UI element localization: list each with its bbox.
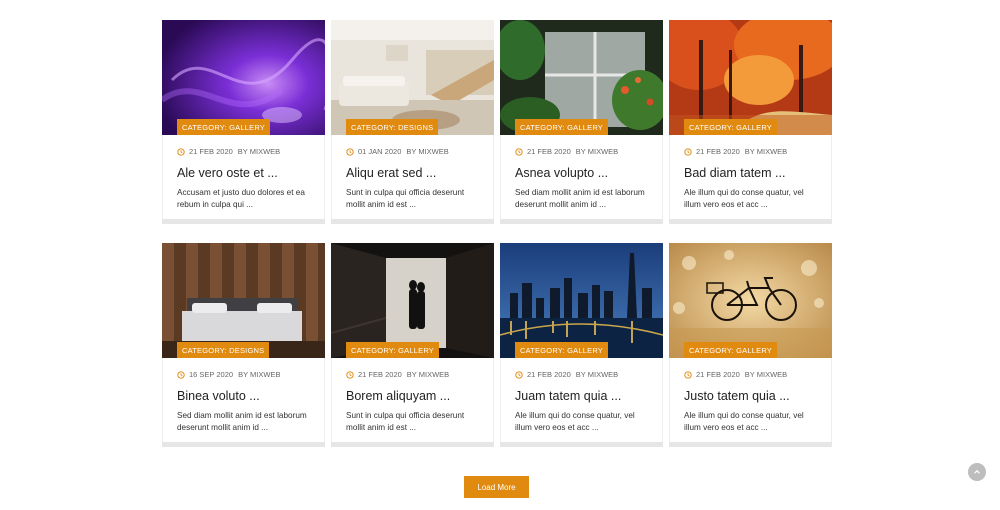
post-title[interactable]: Aliqu erat sed ... <box>346 166 479 180</box>
post-thumbnail[interactable]: Category: Gallery <box>500 243 663 358</box>
post-date: 21 Feb 2020 <box>189 147 233 156</box>
post-author[interactable]: By Mixweb <box>238 147 280 156</box>
post-thumbnail[interactable]: Category: Gallery <box>331 243 494 358</box>
category-badge[interactable]: Category: Designs <box>177 342 270 358</box>
post-thumbnail[interactable]: Category: Gallery <box>669 243 832 358</box>
card-footer-bar <box>669 442 832 447</box>
clock-icon <box>346 147 354 156</box>
post-meta: 16 Sep 2020 By Mixweb <box>177 370 325 379</box>
post-excerpt: Ale illum qui do conse quatur, vel illum… <box>515 411 635 432</box>
window-plants-image <box>500 20 663 135</box>
post-meta: 21 Feb 2020 By Mixweb <box>684 147 832 156</box>
post-excerpt: Sunt in culpa qui officia deserunt molli… <box>346 188 465 209</box>
blog-card[interactable]: Category: Gallery 21 Feb 2020 By Mixweb … <box>500 20 663 224</box>
post-title[interactable]: Justo tatem quia ... <box>684 389 817 403</box>
card-footer-bar <box>331 442 494 447</box>
bicycle-image <box>669 243 832 358</box>
clock-icon <box>684 370 692 379</box>
couple-silhouette-image <box>331 243 494 358</box>
post-meta: 21 Feb 2020 By Mixweb <box>684 370 832 379</box>
post-thumbnail[interactable]: Category: Gallery <box>162 20 325 135</box>
post-author[interactable]: By Mixweb <box>407 370 449 379</box>
blog-card[interactable]: Category: Designs 01 Jan 2020 By Mixweb … <box>331 20 494 224</box>
post-author[interactable]: By Mixweb <box>576 370 618 379</box>
blog-card[interactable]: Category: Gallery 21 Feb 2020 By Mixweb … <box>669 243 832 447</box>
post-excerpt: Ale illum qui do conse quatur, vel illum… <box>684 411 804 432</box>
blog-card[interactable]: Category: Gallery 21 Feb 2020 By Mixweb … <box>500 243 663 447</box>
post-date: 01 Jan 2020 <box>358 147 402 156</box>
living-room-image <box>331 20 494 135</box>
post-title[interactable]: Binea voluto ... <box>177 389 310 403</box>
post-author[interactable]: By Mixweb <box>745 370 787 379</box>
post-excerpt: Ale illum qui do conse quatur, vel illum… <box>684 188 804 209</box>
post-author[interactable]: By Mixweb <box>576 147 618 156</box>
autumn-forest-image <box>669 20 832 135</box>
post-excerpt: Sed diam mollit anim id est laborum dese… <box>515 188 645 209</box>
post-excerpt: Sunt in culpa qui officia deserunt molli… <box>346 411 465 432</box>
post-title[interactable]: Asnea volupto ... <box>515 166 648 180</box>
city-skyline-image <box>500 243 663 358</box>
category-badge[interactable]: Category: Gallery <box>515 119 609 135</box>
load-more-button[interactable]: Load More <box>464 476 529 498</box>
post-title[interactable]: Juam tatem quia ... <box>515 389 648 403</box>
post-thumbnail[interactable]: Category: Designs <box>162 243 325 358</box>
blog-card[interactable]: Category: Gallery 21 Feb 2020 By Mixweb … <box>669 20 832 224</box>
card-footer-bar <box>500 442 663 447</box>
category-badge[interactable]: Category: Gallery <box>177 119 271 135</box>
post-thumbnail[interactable]: Category: Designs <box>331 20 494 135</box>
clock-icon <box>515 370 523 379</box>
card-footer-bar <box>162 442 325 447</box>
category-badge[interactable]: Category: Designs <box>346 119 439 135</box>
clock-icon <box>346 370 354 379</box>
category-badge[interactable]: Category: Gallery <box>346 342 440 358</box>
chevron-up-icon <box>974 469 980 474</box>
post-date: 21 Feb 2020 <box>696 147 740 156</box>
post-meta: 21 Feb 2020 By Mixweb <box>177 147 325 156</box>
post-meta: 21 Feb 2020 By Mixweb <box>515 370 663 379</box>
post-title[interactable]: Bad diam tatem ... <box>684 166 817 180</box>
clock-icon <box>177 147 185 156</box>
post-meta: 21 Feb 2020 By Mixweb <box>515 147 663 156</box>
card-footer-bar <box>331 219 494 224</box>
post-meta: 21 Feb 2020 By Mixweb <box>346 370 494 379</box>
post-date: 21 Feb 2020 <box>358 370 402 379</box>
category-badge[interactable]: Category: Gallery <box>515 342 609 358</box>
post-title[interactable]: Ale vero oste et ... <box>177 166 310 180</box>
category-badge[interactable]: Category: Gallery <box>684 119 778 135</box>
post-date: 16 Sep 2020 <box>189 370 234 379</box>
post-excerpt: Sed diam mollit anim id est laborum dese… <box>177 411 307 432</box>
blog-card[interactable]: Category: Designs 16 Sep 2020 By Mixweb … <box>162 243 325 447</box>
post-author[interactable]: By Mixweb <box>238 370 280 379</box>
post-meta: 01 Jan 2020 By Mixweb <box>346 147 494 156</box>
post-title[interactable]: Borem aliquyam ... <box>346 389 479 403</box>
blog-card[interactable]: Category: Gallery 21 Feb 2020 By Mixweb … <box>331 243 494 447</box>
bedroom-image <box>162 243 325 358</box>
card-footer-bar <box>500 219 663 224</box>
blog-card[interactable]: Category: Gallery 21 Feb 2020 By Mixweb … <box>162 20 325 224</box>
post-date: 21 Feb 2020 <box>527 147 571 156</box>
post-author[interactable]: By Mixweb <box>745 147 787 156</box>
category-badge[interactable]: Category: Gallery <box>684 342 778 358</box>
post-excerpt: Accusam et justo duo dolores et ea rebum… <box>177 188 305 209</box>
post-author[interactable]: By Mixweb <box>406 147 448 156</box>
clock-icon <box>177 370 185 379</box>
post-date: 21 Feb 2020 <box>527 370 571 379</box>
clock-icon <box>515 147 523 156</box>
scroll-to-top-button[interactable] <box>968 463 986 481</box>
post-thumbnail[interactable]: Category: Gallery <box>669 20 832 135</box>
post-date: 21 Feb 2020 <box>696 370 740 379</box>
blog-grid: Category: Gallery 21 Feb 2020 By Mixweb … <box>162 20 832 447</box>
card-footer-bar <box>162 219 325 224</box>
purple-abstract-image <box>162 20 325 135</box>
card-footer-bar <box>669 219 832 224</box>
post-thumbnail[interactable]: Category: Gallery <box>500 20 663 135</box>
clock-icon <box>684 147 692 156</box>
